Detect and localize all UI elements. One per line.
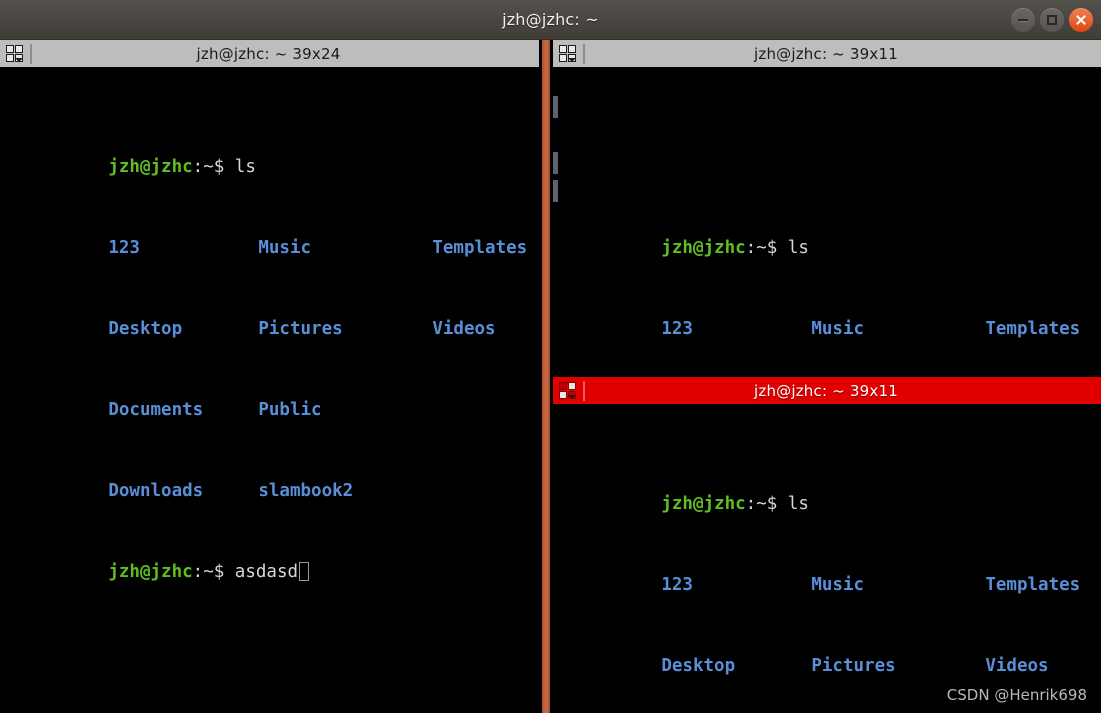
terminal-screen-bottom-right[interactable]: jzh@jzhc:~$ ls 123 Music Templates Desktop… — [553, 405, 1101, 713]
prompt-user-host: jzh@jzhc — [108, 157, 193, 177]
terminal-line: DesktopPicturesVideos — [556, 370, 1101, 377]
minimize-button[interactable] — [1011, 8, 1035, 32]
command-text: ls — [777, 238, 809, 258]
terminal-line: Desktop Pictures Videos — [556, 626, 1101, 676]
terminal-line: 123 Music Templates — [556, 289, 1101, 339]
pane-title-label-top-right: jzh@jzhc: ~ 39x11 — [754, 44, 898, 63]
pane-grid-icon[interactable] — [2, 41, 28, 67]
grid-square-b — [15, 44, 23, 53]
grid-square-c — [6, 53, 14, 62]
command-text: asdasd — [224, 562, 299, 582]
dir-entry: 123 — [661, 319, 693, 339]
pane-scrollbar[interactable] — [553, 180, 558, 202]
terminal-window: jzh@jzhc: ~ jzh@jzhc: ~ 39x24 jzh@jzhc:~… — [0, 0, 1101, 713]
pane-title-label-left: jzh@jzhc: ~ 39x24 — [196, 44, 341, 63]
pane-grid-icon[interactable] — [555, 378, 581, 404]
grid-square-a — [559, 381, 567, 390]
terminal-pane-bottom-right[interactable]: jzh@jzhc: ~ 39x11 jzh@jzhc:~$ ls 123 Musi… — [553, 377, 1101, 713]
terminal-line: DocumentsPublic — [556, 707, 1101, 713]
grid-square-b — [568, 44, 576, 53]
prompt-tail: :~$ — [745, 494, 778, 514]
command-text: ls — [777, 494, 809, 514]
dir-entry: Desktop — [108, 319, 183, 339]
chevron-down-icon — [568, 394, 576, 399]
dir-entry: slambook2 — [258, 481, 354, 501]
watermark: CSDN @Henrik698 — [946, 686, 1087, 704]
prompt-user-host: jzh@jzhc — [661, 494, 746, 514]
pane-scrollbar[interactable] — [553, 152, 558, 174]
command-text: ls — [224, 157, 256, 177]
prompt-tail: :~$ — [192, 157, 225, 177]
pane-titlebar-bottom-right[interactable]: jzh@jzhc: ~ 39x11 — [553, 377, 1101, 405]
dir-entry: Desktop — [661, 656, 736, 676]
text-cursor — [299, 562, 310, 581]
prompt-user-host: jzh@jzhc — [108, 562, 193, 582]
dir-entry: Music — [258, 238, 312, 258]
prompt-tail: :~$ — [745, 238, 778, 258]
terminal-screen-left[interactable]: jzh@jzhc:~$ ls 123 Music Templates Desktop… — [0, 68, 539, 713]
prompt-user-host: jzh@jzhc — [661, 238, 746, 258]
dir-entry: Music — [811, 575, 865, 595]
pane-grid-icon[interactable] — [555, 41, 581, 67]
dir-entry: 123 — [661, 575, 693, 595]
close-icon — [1075, 14, 1087, 26]
prompt-tail: :~$ — [192, 562, 225, 582]
chevron-down-icon — [568, 57, 576, 62]
terminal-line: Downloads slambook2 — [3, 451, 539, 501]
pane-titlebar-top-right[interactable]: jzh@jzhc: ~ 39x11 — [553, 40, 1101, 68]
dir-entry: Templates — [432, 238, 528, 258]
terminal-line: jzh@jzhc:~$ ls — [556, 208, 1101, 258]
dir-entry: Pictures — [811, 656, 896, 676]
terminal-line: Documents Public — [3, 370, 539, 420]
pane-title-label-bottom-right: jzh@jzhc: ~ 39x11 — [754, 381, 898, 400]
window-controls — [1011, 0, 1093, 40]
window-title: jzh@jzhc: ~ — [502, 10, 599, 29]
dir-entry: Templates — [985, 575, 1081, 595]
grid-square-c — [559, 390, 567, 399]
dir-entry: Public — [258, 400, 322, 420]
dir-entry: Videos — [432, 319, 496, 339]
terminal-line: 123 Music Templates — [3, 208, 539, 258]
chevron-down-icon — [15, 57, 23, 62]
terminal-line: jzh@jzhc:~$ asdasd — [3, 532, 539, 582]
grid-square-b — [568, 381, 576, 390]
terminal-line: jzh@jzhc:~$ ls — [556, 464, 1101, 514]
terminal-pane-top-right[interactable]: jzh@jzhc: ~ 39x11 jzh@jzhc:~$ ls 123 Musi… — [553, 40, 1101, 377]
dir-entry: Downloads — [108, 481, 204, 501]
window-titlebar[interactable]: jzh@jzhc: ~ — [0, 0, 1101, 40]
close-button[interactable] — [1069, 8, 1093, 32]
grid-square-a — [559, 44, 567, 53]
dir-entry: Templates — [985, 319, 1081, 339]
terminal-pane-left[interactable]: jzh@jzhc: ~ 39x24 jzh@jzhc:~$ ls 123 Musi… — [0, 40, 539, 713]
terminal-body: jzh@jzhc: ~ 39x24 jzh@jzhc:~$ ls 123 Musi… — [0, 40, 1101, 713]
grid-square-a — [6, 44, 14, 53]
terminal-line: Desktop Pictures Videos — [3, 289, 539, 339]
dir-entry: Music — [811, 319, 865, 339]
dir-entry: Videos — [985, 656, 1049, 676]
maximize-button[interactable] — [1040, 8, 1064, 32]
terminal-line: 123 Music Templates — [556, 545, 1101, 595]
pane-divider-vertical[interactable] — [539, 40, 553, 713]
minimize-icon — [1018, 19, 1028, 21]
maximize-icon — [1047, 15, 1057, 25]
terminal-line: jzh@jzhc:~$ ls — [3, 127, 539, 177]
dir-entry: Documents — [108, 400, 204, 420]
dir-entry: 123 — [108, 238, 140, 258]
pane-titlebar-left[interactable]: jzh@jzhc: ~ 39x24 — [0, 40, 539, 68]
grid-square-c — [559, 53, 567, 62]
pane-scrollbar[interactable] — [553, 96, 558, 118]
dir-entry: Pictures — [258, 319, 343, 339]
terminal-screen-top-right[interactable]: jzh@jzhc:~$ ls 123 Music Templates Desktop… — [553, 68, 1101, 377]
